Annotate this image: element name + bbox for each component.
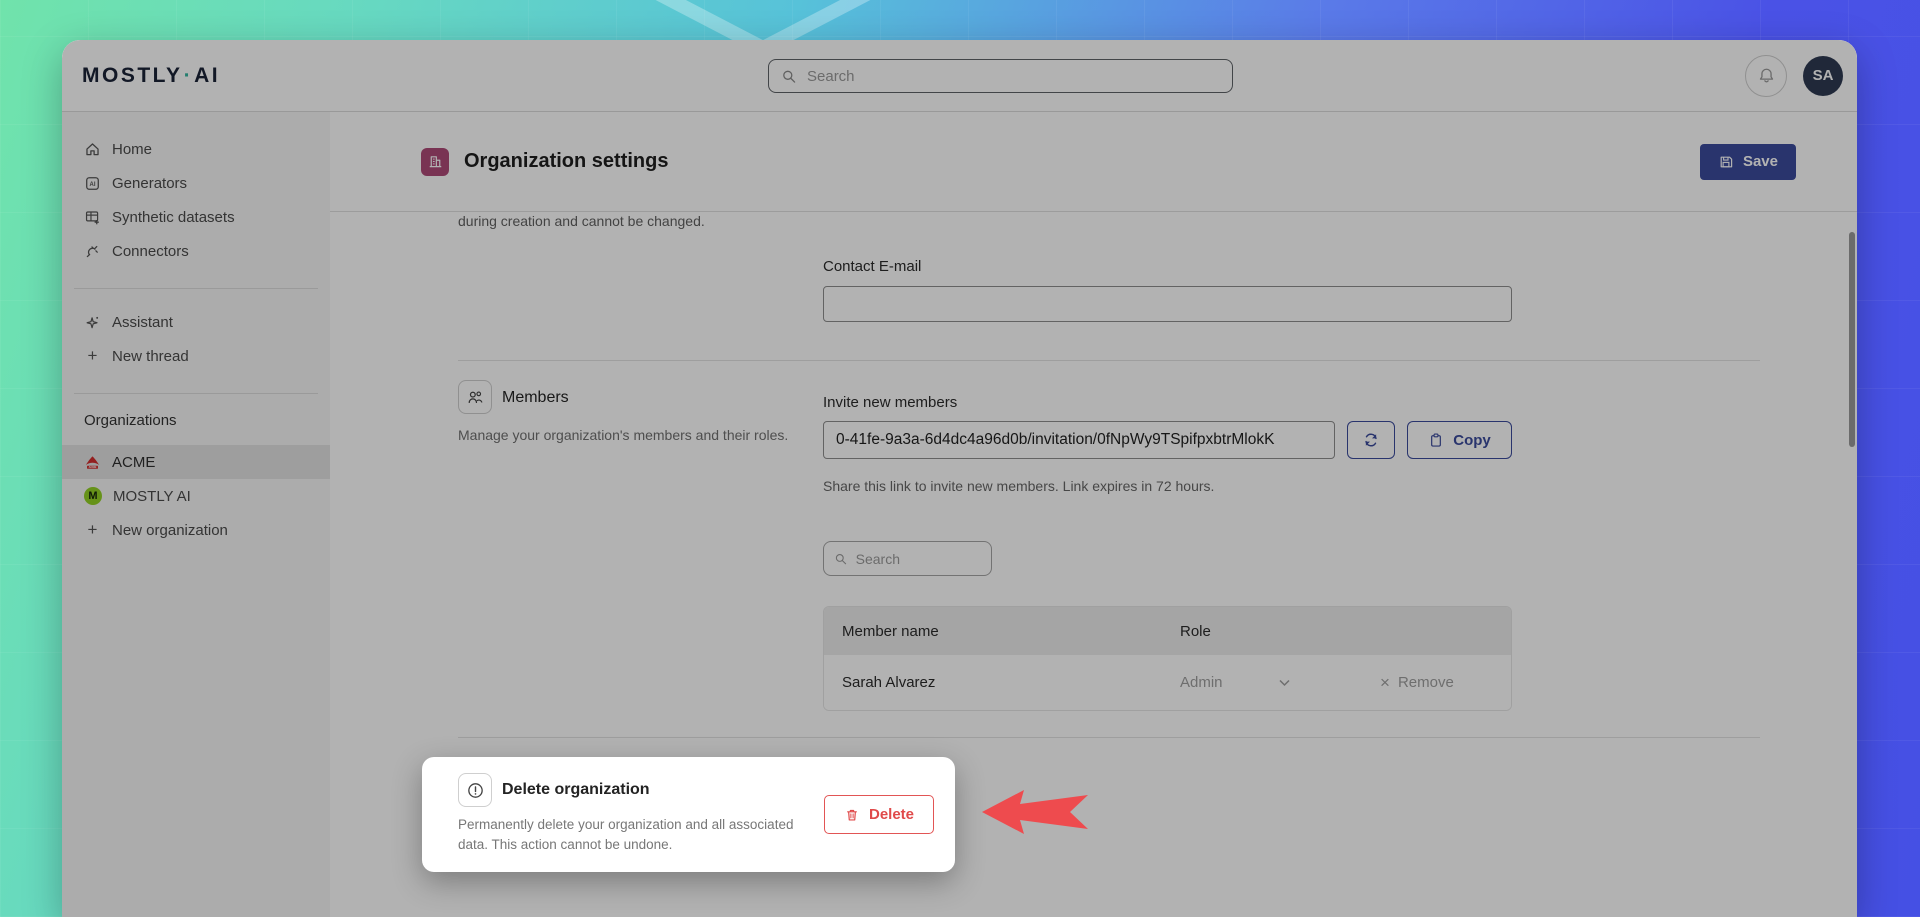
plus-icon: + <box>84 346 101 366</box>
member-search[interactable] <box>823 541 992 576</box>
member-name-cell: Sarah Alvarez <box>824 674 1180 691</box>
page-header: Organization settings Save <box>330 112 1857 212</box>
remove-member-button[interactable]: × Remove <box>1380 674 1511 691</box>
regenerate-link-button[interactable] <box>1347 421 1395 459</box>
contact-email-field[interactable] <box>823 286 1512 322</box>
copy-button-label: Copy <box>1453 432 1491 449</box>
organizations-section-label: Organizations <box>62 410 330 433</box>
chevron-down-icon <box>1279 679 1290 687</box>
table-row: Sarah Alvarez Admin × Remove <box>824 655 1511 710</box>
members-description: Manage your organization's members and t… <box>458 425 806 445</box>
user-avatar[interactable]: SA <box>1803 56 1843 96</box>
sidebar-item-label: Generators <box>112 175 187 192</box>
alert-icon-box <box>458 773 492 807</box>
page-title: Organization settings <box>464 150 668 173</box>
members-table: Member name Role Sarah Alvarez Admin × R… <box>823 606 1512 711</box>
sidebar-item-new-thread[interactable]: + New thread <box>62 339 330 373</box>
table-header-row: Member name Role <box>824 607 1511 655</box>
column-member-name: Member name <box>824 623 1180 640</box>
generators-icon: AI <box>84 175 101 192</box>
sidebar-org-acme[interactable]: ACME ACME <box>62 445 330 479</box>
delete-button-label: Delete <box>869 806 914 823</box>
sidebar-item-home[interactable]: Home <box>62 132 330 166</box>
role-value: Admin <box>1180 674 1223 691</box>
svg-text:AI: AI <box>90 182 96 188</box>
sidebar-item-label: Home <box>112 141 152 158</box>
member-search-input[interactable] <box>856 551 981 567</box>
copy-link-button[interactable]: Copy <box>1407 421 1512 459</box>
clipboard-icon <box>1428 432 1444 448</box>
home-icon <box>84 141 101 158</box>
sidebar: Home AI Generators Synthetic datasets Co… <box>62 112 330 917</box>
members-icon-box <box>458 380 492 414</box>
section-divider <box>458 360 1760 361</box>
acme-logo-icon: ACME <box>84 454 101 471</box>
role-select[interactable]: Admin <box>1180 674 1380 691</box>
mostly-ai-org-icon: M <box>84 487 102 505</box>
delete-button[interactable]: Delete <box>824 795 934 834</box>
remove-label: Remove <box>1398 674 1454 691</box>
logo-dot: · <box>183 64 195 87</box>
sidebar-item-label: New thread <box>112 348 189 365</box>
sidebar-divider <box>74 393 318 394</box>
global-search[interactable] <box>768 59 1233 93</box>
delete-organization-title: Delete organization <box>502 781 650 799</box>
plus-icon: + <box>84 520 101 540</box>
org-name-label: MOSTLY AI <box>113 488 191 505</box>
logo-text: MOSTLY <box>82 64 183 87</box>
x-icon: × <box>1380 674 1390 691</box>
sidebar-item-connectors[interactable]: Connectors <box>62 234 330 268</box>
search-icon <box>834 551 848 567</box>
sidebar-item-new-organization[interactable]: + New organization <box>62 513 330 547</box>
invite-helper-text: Share this link to invite new members. L… <box>823 478 1214 494</box>
topbar: MOSTLY·AI SA <box>62 40 1857 112</box>
refresh-icon <box>1362 431 1380 449</box>
delete-organization-description: Permanently delete your organization and… <box>458 815 794 854</box>
column-role: Role <box>1180 623 1380 640</box>
app-window: MOSTLY·AI SA Home <box>62 40 1857 917</box>
organization-settings-icon <box>421 148 449 176</box>
bell-icon <box>1757 66 1776 85</box>
sidebar-org-mostly-ai[interactable]: M MOSTLY AI <box>62 479 330 513</box>
invite-link-field[interactable] <box>823 421 1335 459</box>
logo-text-ai: AI <box>194 64 220 87</box>
scrollbar-thumb[interactable] <box>1849 232 1855 447</box>
truncated-description: during creation and cannot be changed. <box>458 213 705 229</box>
svg-text:ACME: ACME <box>89 465 97 469</box>
save-button-label: Save <box>1743 153 1778 170</box>
sidebar-item-assistant[interactable]: Assistant <box>62 305 330 339</box>
assistant-sparkle-icon <box>84 314 101 331</box>
connectors-icon <box>84 243 101 260</box>
save-floppy-icon <box>1718 154 1734 170</box>
sidebar-item-label: Connectors <box>112 243 189 260</box>
sidebar-item-label: Assistant <box>112 314 173 331</box>
trash-icon <box>844 807 860 823</box>
synthetic-datasets-icon <box>84 209 101 226</box>
members-title: Members <box>502 389 569 407</box>
sidebar-divider <box>74 288 318 289</box>
section-divider <box>458 737 1760 738</box>
sidebar-item-label: New organization <box>112 522 228 539</box>
save-button[interactable]: Save <box>1700 144 1796 180</box>
sidebar-item-synthetic-datasets[interactable]: Synthetic datasets <box>62 200 330 234</box>
notifications-button[interactable] <box>1745 55 1787 97</box>
delete-organization-card: Delete organization Permanently delete y… <box>422 757 955 872</box>
mostly-ai-logo: MOSTLY·AI <box>82 64 220 88</box>
global-search-input[interactable] <box>807 68 1220 85</box>
sidebar-item-generators[interactable]: AI Generators <box>62 166 330 200</box>
sidebar-item-label: Synthetic datasets <box>112 209 235 226</box>
contact-email-label: Contact E-mail <box>823 258 921 275</box>
org-name-label: ACME <box>112 454 155 471</box>
annotation-arrow-icon <box>980 788 1090 836</box>
invite-members-label: Invite new members <box>823 394 957 411</box>
alert-circle-icon <box>466 781 485 800</box>
members-people-icon <box>466 388 485 407</box>
search-icon <box>781 68 797 85</box>
